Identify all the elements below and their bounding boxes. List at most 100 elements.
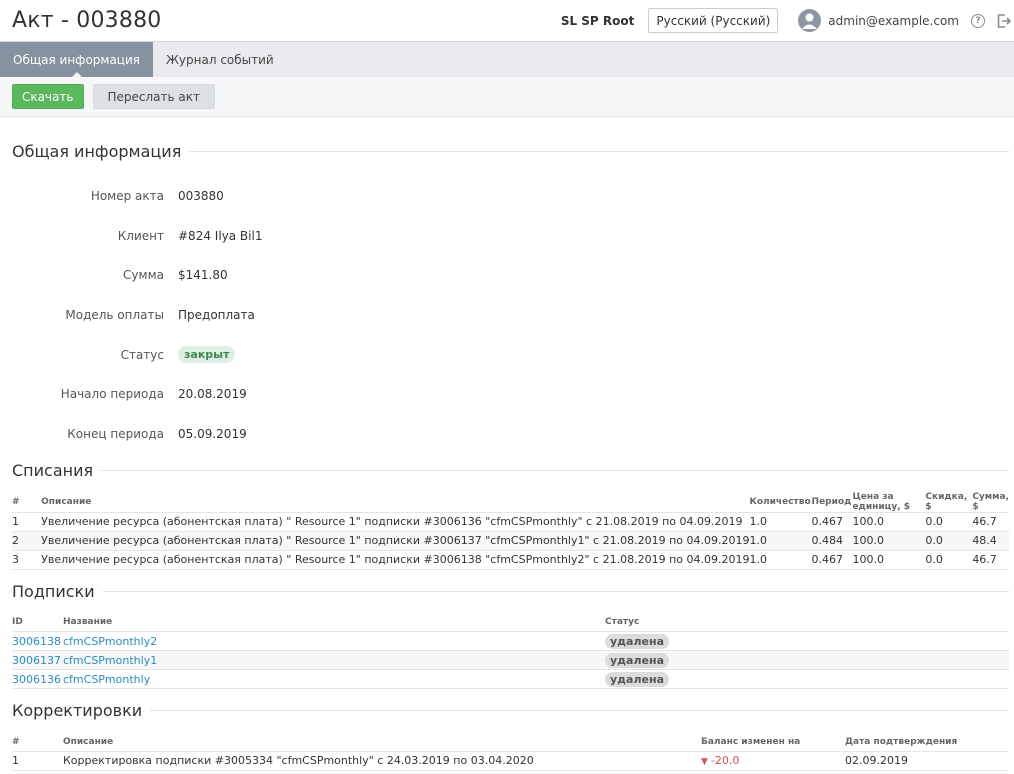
adjustments-table: # Описание Баланс изменен на Дата подтве… [12,732,1009,771]
column-header: Период [811,496,852,507]
field-label: Номер акта [90,188,164,203]
field-value: 003880 [178,188,224,203]
column-header: Сумма, $ [972,491,1009,512]
row-period: 0.467 [811,511,853,532]
download-button[interactable]: Скачать [12,84,84,109]
table-row: 2 Увеличение ресурса (абонентская плата)… [12,530,1009,551]
section-divider [189,151,1009,152]
field-period-start: Начало периода 20.08.2019 [12,374,1009,414]
row-unit-price: 100.0 [852,549,926,570]
logout-icon[interactable] [997,13,1012,28]
row-description: Увеличение ресурса (абонентская плата) "… [41,530,750,551]
field-act-number: Номер акта 003880 [12,176,1009,216]
top-header: Акт - 003880 SL SP Root Русский (Русский… [0,0,1014,41]
row-number: 1 [12,750,63,771]
field-amount: Сумма $141.80 [12,255,1009,295]
resend-act-button[interactable]: Переслать акт [92,84,215,109]
section-title: Подписки [12,581,95,601]
status-badge: закрыт [178,346,236,364]
section-title: Общая информация [12,142,182,161]
section-divider [102,590,1009,592]
field-period-end: Конец периода 05.09.2019 [12,414,1009,454]
column-header: Скидка, $ [925,491,968,512]
account-name[interactable]: SL SP Root [561,14,635,28]
row-number: 1 [12,511,42,532]
section-title: Корректировки [12,701,143,721]
general-info-section-header: Общая информация [12,142,1009,161]
column-header: Количество [749,496,811,507]
subscriptions-section-header: Подписки [12,582,1009,601]
table-row: 3 Увеличение ресурса (абонентская плата)… [12,549,1009,570]
subscription-name-link[interactable]: cfmCSPmonthly [63,673,150,686]
tab-event-log[interactable]: Журнал событий [153,42,287,77]
column-header: # [12,496,20,507]
column-header: Описание [63,736,114,747]
column-header: # [12,736,20,747]
row-unit-price: 100.0 [852,511,926,532]
page-title: Акт - 003880 [12,8,162,33]
row-number: 3 [12,549,42,570]
user-email: admin@example.com [828,13,959,28]
field-client: Клиент #824 Ilya Bil1 [12,216,1009,256]
column-header: Дата подтверждения [845,736,958,747]
help-icon[interactable]: ? [971,13,985,28]
subscription-name-link[interactable]: cfmCSPmonthly2 [63,635,157,648]
row-quantity: 1.0 [749,511,812,532]
field-label: Клиент [117,228,164,243]
adjustments-section-header: Корректировки [12,701,1009,720]
field-value: 05.09.2019 [178,426,247,441]
language-select[interactable]: Русский (Русский) [648,8,779,33]
subscription-name-link[interactable]: cfmCSPmonthly1 [63,654,157,667]
field-status: Статус закрыт [12,335,1009,375]
field-value: $141.80 [178,268,228,283]
table-row: 3006138 cfmCSPmonthly2 удалена [12,631,1009,651]
toolbar: Скачать Переслать акт [0,77,1014,117]
balance-change-value: -20.0 [710,754,740,768]
table-header-row: # Описание Количество Период Цена за еди… [12,492,1009,513]
field-label: Сумма [123,268,164,283]
main-content: Общая информация Номер акта 003880 Клиен… [0,142,1014,771]
row-period: 0.467 [811,549,853,570]
confirmation-date: 02.09.2019 [845,750,1009,771]
general-info-fields: Номер акта 003880 Клиент #824 Ilya Bil1 … [12,176,1009,454]
row-sum: 48.4 [972,530,1009,551]
user-avatar-icon [798,9,822,32]
row-quantity: 1.0 [749,530,812,551]
section-title: Списания [12,460,94,480]
charges-section-header: Списания [12,461,1009,480]
column-header: ID [12,617,23,628]
client-link[interactable]: #824 Ilya Bil1 [178,229,262,243]
row-description: Увеличение ресурса (абонентская плата) "… [41,511,750,532]
table-row: 1 Корректировка подписки #3005334 "cfmCS… [12,750,1009,771]
row-period: 0.484 [811,530,853,551]
table-row: 3006137 cfmCSPmonthly1 удалена [12,650,1009,670]
table-header-row: # Описание Баланс изменен на Дата подтве… [12,732,1009,751]
row-discount: 0.0 [925,511,973,532]
subscription-id-link[interactable]: 3006136 [12,673,61,686]
field-value: Предоплата [178,307,255,322]
field-value: 20.08.2019 [178,387,247,402]
table-row: 1 Увеличение ресурса (абонентская плата)… [12,511,1009,532]
row-unit-price: 100.0 [852,530,926,551]
section-divider [150,710,1009,712]
tab-general-info[interactable]: Общая информация [0,42,153,78]
column-header: Баланс изменен на [701,736,801,747]
status-badge: удалена [605,633,670,649]
row-sum: 46.7 [972,549,1009,570]
subscription-id-link[interactable]: 3006137 [12,654,61,667]
column-header: Описание [41,496,92,507]
user-menu[interactable]: admin@example.com [798,9,959,32]
field-label: Конец периода [67,426,164,441]
row-number: 2 [12,530,42,551]
row-quantity: 1.0 [749,549,812,570]
field-label: Статус [120,347,164,362]
field-payment-model: Модель оплаты Предоплата [12,295,1009,335]
column-header: Название [63,617,113,628]
header-right: SL SP Root Русский (Русский) admin@examp… [561,0,1014,41]
field-label: Модель оплаты [65,307,164,322]
row-description: Корректировка подписки #3005334 "cfmCSPm… [63,750,701,771]
field-label: Начало периода [60,387,164,402]
subscriptions-table: ID Название Статус 3006138 cfmCSPmonthly… [12,613,1009,690]
subscription-id-link[interactable]: 3006138 [12,635,61,648]
row-sum: 46.7 [972,511,1009,532]
